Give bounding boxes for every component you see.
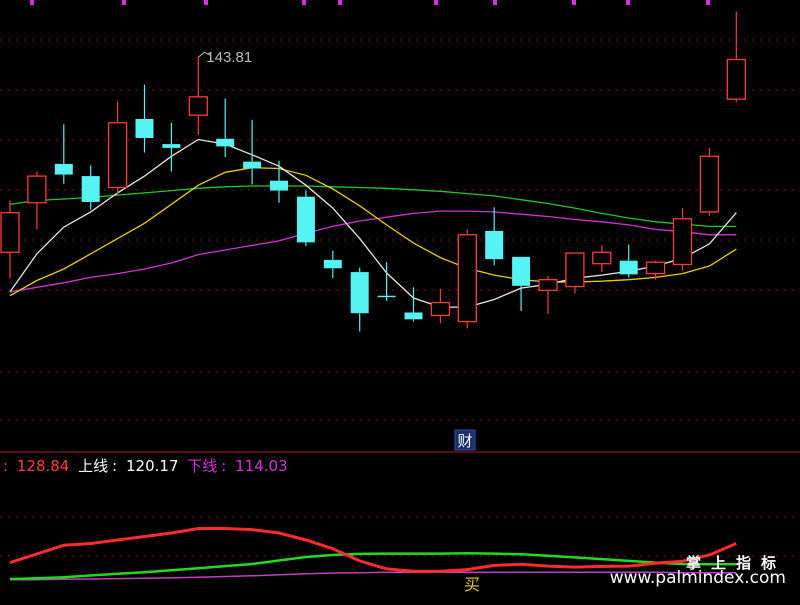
top-marker xyxy=(572,0,576,5)
high-price-label: 143.81 xyxy=(206,49,252,66)
event-marker-text: 财 xyxy=(457,432,472,450)
candle-body xyxy=(645,261,666,275)
candle xyxy=(592,245,612,273)
legend-upper-value: 120.17 xyxy=(126,457,179,475)
candle xyxy=(350,267,369,332)
candle-body xyxy=(216,138,235,147)
candle-body xyxy=(404,312,423,320)
candle-body xyxy=(243,161,262,169)
candle-body xyxy=(188,96,208,116)
price-annotations: 143.81 财 xyxy=(197,49,476,451)
indicator-main-line xyxy=(9,527,737,573)
candle-body xyxy=(699,155,720,213)
watermark-url: www.palmindex.com xyxy=(609,568,786,588)
indicator-legend: 线: 128.84 上线: 120.17 下线: 114.03 xyxy=(3,457,288,475)
candlestick-series xyxy=(0,11,746,332)
candle-body xyxy=(726,58,746,100)
buy-marker: 买 xyxy=(464,575,480,594)
candle xyxy=(135,84,154,153)
legend-line-sep: : xyxy=(3,457,9,475)
top-marker xyxy=(122,0,126,5)
top-marker xyxy=(434,0,438,5)
candle-body xyxy=(457,234,477,323)
indicator-grid xyxy=(0,516,800,557)
candle xyxy=(619,244,638,278)
candle xyxy=(323,250,342,279)
candle xyxy=(699,147,720,216)
candle xyxy=(457,229,477,329)
top-marker xyxy=(706,0,710,5)
candle xyxy=(81,165,100,210)
legend-line-value: 128.84 xyxy=(16,457,70,475)
candle xyxy=(538,275,558,314)
candle-body xyxy=(430,301,451,317)
top-marker xyxy=(204,0,208,5)
candle-body xyxy=(162,144,181,148)
candle-body xyxy=(538,279,558,292)
candle xyxy=(0,200,20,279)
legend-lower-label: 下线 xyxy=(187,457,218,475)
candle-body xyxy=(619,260,638,275)
candle-body xyxy=(270,180,288,191)
candle-body xyxy=(135,118,154,138)
chart-canvas: 143.81 财 买 xyxy=(0,0,800,594)
candle-body xyxy=(592,251,612,265)
candle xyxy=(672,208,693,271)
candle xyxy=(107,101,128,196)
candle-body xyxy=(0,212,20,253)
candle-body xyxy=(54,163,73,175)
candle-body xyxy=(296,196,315,243)
top-marker xyxy=(302,0,306,5)
top-edge-markers xyxy=(30,0,710,5)
top-marker xyxy=(338,0,342,5)
candle xyxy=(485,207,504,266)
candle xyxy=(188,57,208,135)
candle-body xyxy=(565,252,585,288)
top-marker xyxy=(30,0,34,5)
candle-body xyxy=(377,295,396,298)
candle-body xyxy=(27,175,47,204)
candle-body xyxy=(512,256,531,286)
candle xyxy=(430,288,451,324)
candle-body xyxy=(81,176,100,202)
candle-body xyxy=(323,259,342,269)
top-marker xyxy=(493,0,497,5)
candle xyxy=(377,262,396,302)
event-marker: 财 xyxy=(454,429,476,451)
candle-body xyxy=(107,122,128,189)
candle xyxy=(726,11,746,103)
candle xyxy=(216,98,235,158)
candle-body xyxy=(485,230,504,260)
legend-lower-value: 114.03 xyxy=(235,457,288,475)
candle-body xyxy=(672,218,693,266)
candle xyxy=(162,122,181,172)
candle xyxy=(512,256,531,311)
candle xyxy=(27,171,47,230)
candle xyxy=(270,160,288,203)
candle xyxy=(54,124,73,184)
top-marker xyxy=(626,0,630,5)
candle xyxy=(565,252,585,294)
candle-body xyxy=(350,272,369,314)
candle xyxy=(296,190,315,247)
legend-upper-label: 上线 xyxy=(78,457,109,475)
